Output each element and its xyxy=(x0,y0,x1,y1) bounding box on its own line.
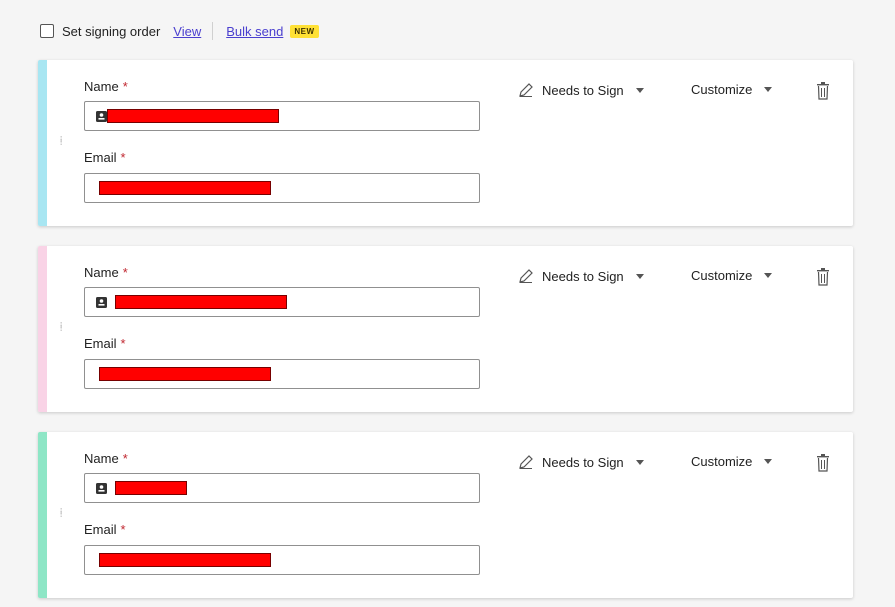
redacted-email xyxy=(99,553,271,567)
recipient-color-stripe xyxy=(38,246,47,412)
recipient-card: ⁞ ⁞ Name * Email * Needs to Sign Customize xyxy=(38,60,853,226)
signing-options-bar: Set signing order View Bulk send NEW xyxy=(40,22,319,40)
role-label: Needs to Sign xyxy=(542,82,624,98)
role-dropdown[interactable]: Needs to Sign xyxy=(518,268,644,284)
customize-dropdown[interactable]: Customize xyxy=(691,454,773,469)
chevron-down-icon xyxy=(764,87,773,92)
new-badge: NEW xyxy=(290,24,319,38)
email-input[interactable] xyxy=(84,173,480,203)
chevron-down-icon xyxy=(764,459,773,464)
view-link[interactable]: View xyxy=(173,24,201,39)
redacted-name xyxy=(107,109,279,123)
customize-label: Customize xyxy=(691,268,753,283)
trash-icon[interactable] xyxy=(816,454,830,472)
divider xyxy=(212,22,214,40)
pen-icon xyxy=(519,455,533,469)
name-input[interactable] xyxy=(84,287,480,317)
email-label: Email * xyxy=(84,522,126,537)
name-label: Name * xyxy=(84,451,128,466)
chevron-down-icon xyxy=(635,87,644,93)
name-input[interactable] xyxy=(84,473,480,503)
email-input[interactable] xyxy=(84,359,480,389)
customize-label: Customize xyxy=(691,454,753,469)
chevron-down-icon xyxy=(635,459,644,465)
set-signing-order-checkbox[interactable] xyxy=(40,24,54,38)
drag-handle-icon[interactable]: ⁞ ⁞ xyxy=(60,322,62,333)
customize-label: Customize xyxy=(691,82,753,97)
pen-icon xyxy=(519,269,533,283)
recipient-card: ⁞ ⁞ Name * Email * Needs to Sign Customize xyxy=(38,246,853,412)
role-dropdown[interactable]: Needs to Sign xyxy=(518,82,644,98)
trash-icon[interactable] xyxy=(816,268,830,286)
bulk-send-link[interactable]: Bulk send xyxy=(226,24,283,39)
drag-handle-icon[interactable]: ⁞ ⁞ xyxy=(60,508,62,519)
name-input[interactable] xyxy=(84,101,480,131)
chevron-down-icon xyxy=(635,273,644,279)
email-input[interactable] xyxy=(84,545,480,575)
name-label: Name * xyxy=(84,79,128,94)
chevron-down-icon xyxy=(764,273,773,278)
contact-card-icon xyxy=(96,297,107,308)
redacted-email xyxy=(99,181,271,195)
recipient-card: ⁞ ⁞ Name * Email * Needs to Sign Customize xyxy=(38,432,853,598)
trash-icon[interactable] xyxy=(816,82,830,100)
customize-dropdown[interactable]: Customize xyxy=(691,268,773,283)
role-label: Needs to Sign xyxy=(542,268,624,284)
redacted-name xyxy=(115,295,287,309)
pen-icon xyxy=(519,83,533,97)
role-dropdown[interactable]: Needs to Sign xyxy=(518,454,644,470)
drag-handle-icon[interactable]: ⁞ ⁞ xyxy=(60,136,62,147)
contact-card-icon xyxy=(96,111,107,122)
name-label: Name * xyxy=(84,265,128,280)
email-label: Email * xyxy=(84,336,126,351)
recipient-color-stripe xyxy=(38,432,47,598)
email-label: Email * xyxy=(84,150,126,165)
redacted-email xyxy=(99,367,271,381)
customize-dropdown[interactable]: Customize xyxy=(691,82,773,97)
set-signing-order-label: Set signing order xyxy=(62,23,161,39)
redacted-name xyxy=(115,481,187,495)
contact-card-icon xyxy=(96,483,107,494)
role-label: Needs to Sign xyxy=(542,454,624,470)
recipient-color-stripe xyxy=(38,60,47,226)
